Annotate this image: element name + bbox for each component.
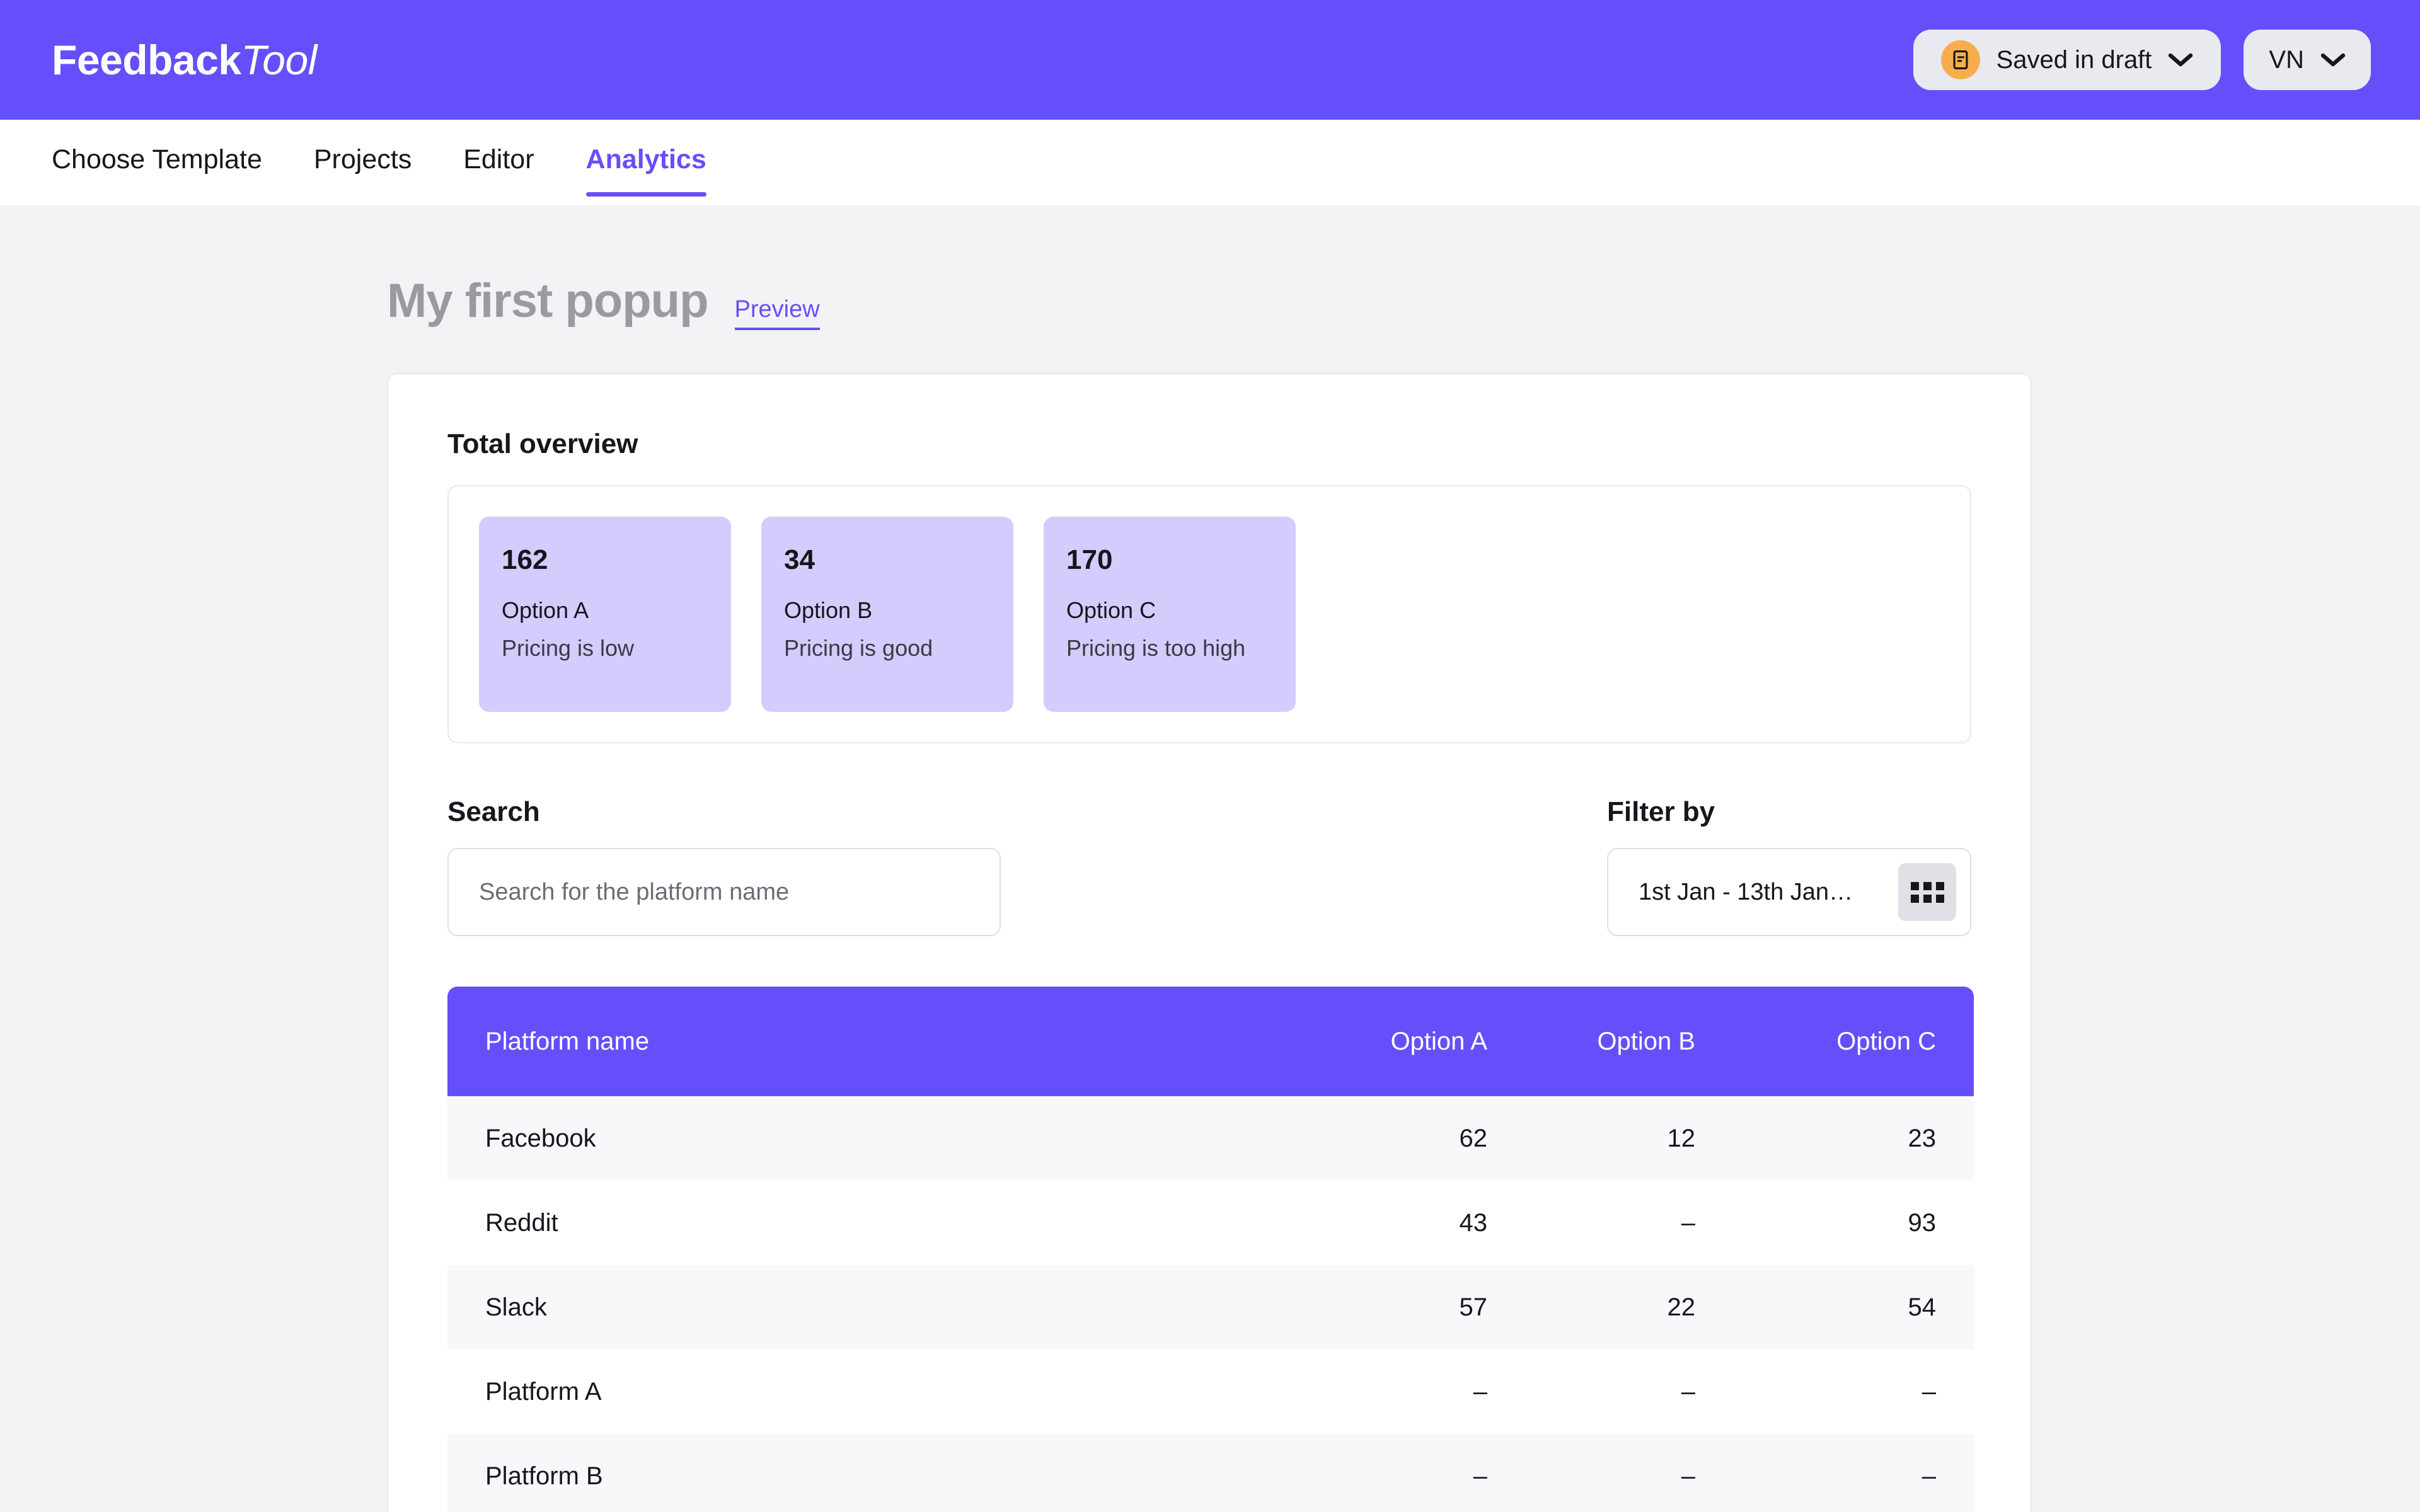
cell-platform-name: Slack xyxy=(447,1265,1242,1349)
cell-option-b: – xyxy=(1487,1181,1695,1265)
stat-value: 162 xyxy=(502,544,548,575)
cell-option-b: 22 xyxy=(1487,1265,1695,1349)
stat-option-label: Option A xyxy=(502,597,589,623)
main-nav: Choose Template Projects Editor Analytic… xyxy=(0,120,2420,205)
draft-status-label: Saved in draft xyxy=(1996,45,2152,74)
user-initials-label: VN xyxy=(2269,45,2304,74)
stat-description: Pricing is low xyxy=(502,635,635,661)
cell-option-a: 62 xyxy=(1242,1096,1487,1181)
nav-tab-projects[interactable]: Projects xyxy=(314,120,412,205)
cell-option-c: – xyxy=(1695,1434,1974,1512)
page-body: My first popup Preview Total overview 16… xyxy=(0,205,2420,1512)
user-menu-button[interactable]: VN xyxy=(2244,30,2371,90)
date-range-value: 1st Jan - 13th Jan… xyxy=(1639,878,1853,905)
cell-option-a: – xyxy=(1242,1434,1487,1512)
nav-tab-analytics[interactable]: Analytics xyxy=(585,120,706,205)
table-row[interactable]: Reddit 43 – 93 xyxy=(447,1181,1974,1265)
stat-value: 170 xyxy=(1066,544,1113,575)
brand-logo-bold: Feedback xyxy=(52,37,241,83)
table-header-row: Platform name Option A Option B Option C xyxy=(447,987,1974,1096)
stat-option-label: Option B xyxy=(784,597,873,623)
header-actions: Saved in draft VN xyxy=(1913,30,2371,90)
column-header-option-a[interactable]: Option A xyxy=(1242,987,1487,1096)
date-range-picker[interactable]: 1st Jan - 13th Jan… xyxy=(1607,848,1971,936)
search-filter-row: Search Filter by 1st Jan - 13th Jan… xyxy=(447,796,1971,936)
analytics-content-card: Total overview 162 Option A Pricing is l… xyxy=(387,373,2032,1512)
stat-card-option-a: 162 Option A Pricing is low xyxy=(479,517,731,712)
stat-card-option-b: 34 Option B Pricing is good xyxy=(761,517,1013,712)
search-group: Search xyxy=(447,796,1001,936)
stat-card-option-c: 170 Option C Pricing is too high xyxy=(1044,517,1296,712)
cell-option-c: 93 xyxy=(1695,1181,1974,1265)
calendar-grid-icon[interactable] xyxy=(1898,863,1956,921)
stat-option-label: Option C xyxy=(1066,597,1156,623)
cell-option-b: – xyxy=(1487,1349,1695,1434)
app-header: FeedbackTool Saved in draft VN xyxy=(0,0,2420,120)
search-input[interactable] xyxy=(447,848,1001,936)
table-row[interactable]: Platform A – – – xyxy=(447,1349,1974,1434)
cell-option-c: 54 xyxy=(1695,1265,1974,1349)
brand-logo[interactable]: FeedbackTool xyxy=(52,36,317,84)
brand-logo-italic: Tool xyxy=(241,37,317,83)
cell-option-a: – xyxy=(1242,1349,1487,1434)
stat-description: Pricing is too high xyxy=(1066,635,1246,661)
nav-tab-choose-template[interactable]: Choose Template xyxy=(52,120,262,205)
draft-status-button[interactable]: Saved in draft xyxy=(1913,30,2221,90)
cell-option-b: 12 xyxy=(1487,1096,1695,1181)
document-note-icon xyxy=(1940,40,1980,79)
table-row[interactable]: Slack 57 22 54 xyxy=(447,1265,1974,1349)
column-header-option-b[interactable]: Option B xyxy=(1487,987,1695,1096)
filter-by-label: Filter by xyxy=(1607,796,1715,827)
cell-platform-name: Platform B xyxy=(447,1434,1242,1512)
nav-tab-editor[interactable]: Editor xyxy=(463,120,534,205)
calendar-grid-glyph xyxy=(1910,881,1944,903)
chevron-down-icon xyxy=(2320,52,2346,67)
column-header-option-c[interactable]: Option C xyxy=(1695,987,1974,1096)
table-row[interactable]: Platform B – – – xyxy=(447,1434,1974,1512)
column-header-platform-name[interactable]: Platform name xyxy=(447,987,1242,1096)
cell-option-a: 57 xyxy=(1242,1265,1487,1349)
cell-platform-name: Facebook xyxy=(447,1096,1242,1181)
page-header-row: My first popup Preview xyxy=(0,205,2420,330)
table-body: Facebook 62 12 23 Reddit 43 – 93 Slack 5… xyxy=(447,1096,1974,1512)
total-overview-box: 162 Option A Pricing is low 34 Option B … xyxy=(447,485,1971,743)
preview-link[interactable]: Preview xyxy=(734,296,820,330)
platform-data-table: Platform name Option A Option B Option C… xyxy=(447,987,1974,1512)
cell-option-c: – xyxy=(1695,1349,1974,1434)
stat-value: 34 xyxy=(784,544,815,575)
search-label: Search xyxy=(447,796,540,827)
cell-platform-name: Platform A xyxy=(447,1349,1242,1434)
cell-platform-name: Reddit xyxy=(447,1181,1242,1265)
stat-description: Pricing is good xyxy=(784,635,933,661)
cell-option-b: – xyxy=(1487,1434,1695,1512)
page-title: My first popup xyxy=(387,274,709,328)
chevron-down-icon xyxy=(2168,52,2193,67)
cell-option-a: 43 xyxy=(1242,1181,1487,1265)
total-overview-heading: Total overview xyxy=(447,428,638,459)
table-row[interactable]: Facebook 62 12 23 xyxy=(447,1096,1974,1181)
cell-option-c: 23 xyxy=(1695,1096,1974,1181)
filter-group: Filter by 1st Jan - 13th Jan… xyxy=(1607,796,1971,936)
table-header: Platform name Option A Option B Option C xyxy=(447,987,1974,1096)
